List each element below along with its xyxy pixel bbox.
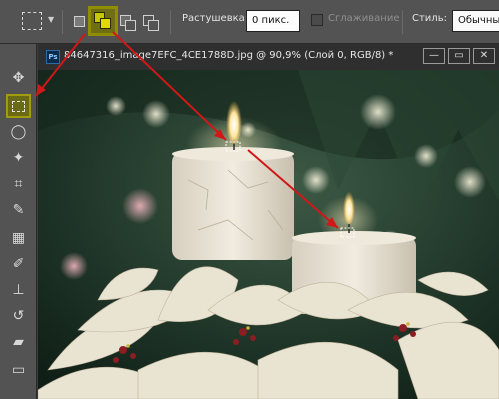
style-select[interactable]: Обычный — [452, 10, 499, 32]
tool-preset-picker-icon[interactable] — [22, 12, 42, 30]
document-title: 84647316_image7EFC_4CE1788D.jpg @ 90,9% … — [64, 50, 394, 61]
move-tool-icon[interactable]: ✥ — [6, 66, 31, 90]
intersect-selection-button[interactable] — [140, 11, 162, 33]
candles-photo — [38, 70, 499, 399]
document-tab[interactable]: Ps 84647316_image7EFC_4CE1788D.jpg @ 90,… — [38, 44, 499, 70]
antialias-label: Сглаживание — [328, 13, 400, 24]
add-selection-front-icon — [100, 18, 111, 29]
minimize-icon[interactable]: — — [423, 48, 445, 64]
add-to-selection-button[interactable] — [88, 6, 118, 36]
intersect-selection-front-icon — [148, 20, 159, 31]
gradient-icon[interactable]: ▭ — [6, 358, 31, 382]
rect-marquee-icon[interactable] — [6, 94, 31, 118]
subtract-selection-front-icon — [125, 20, 136, 31]
lasso-icon[interactable]: ◯ — [6, 120, 31, 144]
separator — [170, 10, 171, 34]
tool-preset-dropdown-icon[interactable]: ▼ — [48, 15, 54, 24]
brush-icon[interactable]: ✐ — [6, 252, 31, 276]
document-canvas[interactable] — [38, 70, 499, 399]
separator — [402, 10, 403, 34]
tools-panel: ✥ ◯ ✦ ⌗ ✎ ▦ ✐ ⊥ ↺ ▰ ▭ — [0, 44, 37, 399]
eyedropper-icon[interactable]: ✎ — [6, 198, 31, 222]
style-label: Стиль: — [412, 13, 447, 24]
stamp-icon[interactable]: ⊥ — [6, 278, 31, 302]
antialias-checkbox[interactable] — [311, 14, 323, 26]
photoshop-file-icon: Ps — [46, 50, 60, 64]
feather-label: Растушевка: — [182, 13, 249, 24]
close-icon[interactable]: ✕ — [473, 48, 495, 64]
maximize-icon[interactable]: ▭ — [448, 48, 470, 64]
separator — [62, 10, 63, 34]
subtract-from-selection-button[interactable] — [117, 11, 139, 33]
eraser-icon[interactable]: ▰ — [6, 330, 31, 354]
healing-icon[interactable]: ▦ — [6, 226, 31, 250]
options-bar: ▼ Растушевка: 0 пикс. Сглаживание Стиль:… — [0, 0, 499, 44]
crop-icon[interactable]: ⌗ — [6, 172, 31, 196]
history-brush-icon[interactable]: ↺ — [6, 304, 31, 328]
photoshop-window: ▼ Растушевка: 0 пикс. Сглаживание Стиль:… — [0, 0, 499, 399]
new-selection-icon — [74, 16, 85, 27]
magic-wand-icon[interactable]: ✦ — [6, 146, 31, 170]
feather-input[interactable]: 0 пикс. — [246, 10, 300, 32]
